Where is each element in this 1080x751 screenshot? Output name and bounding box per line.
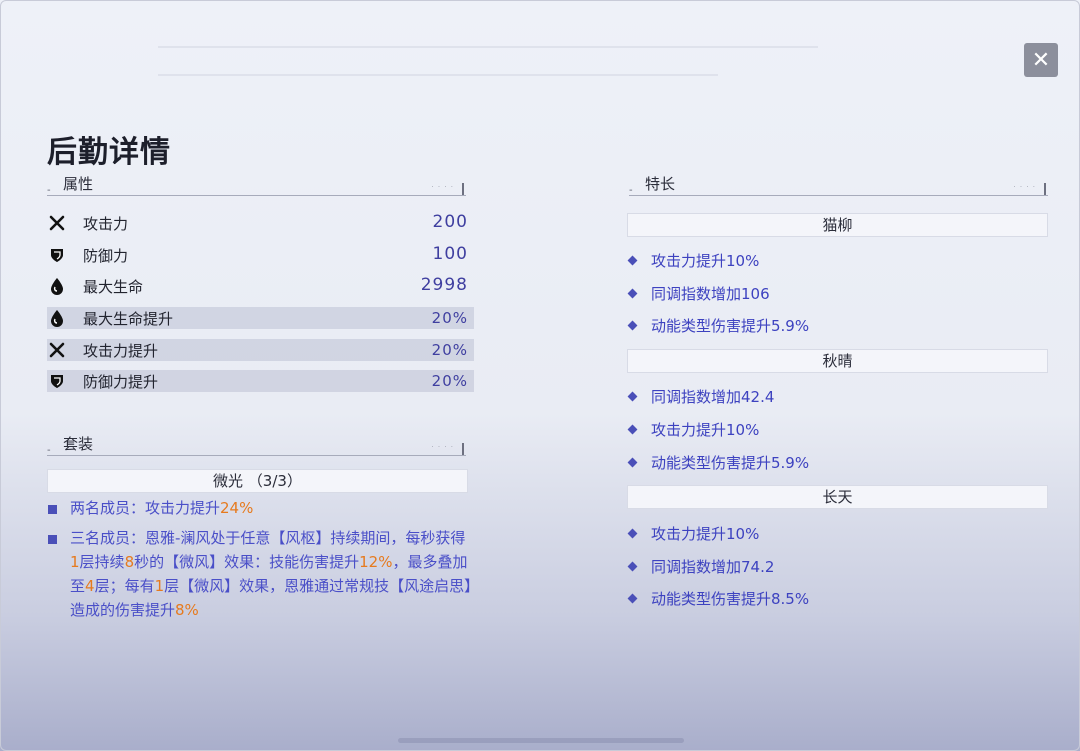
attribute-value: 20% — [431, 372, 468, 390]
close-icon: ✕ — [1031, 47, 1051, 73]
close-button[interactable]: ✕ — [1024, 43, 1058, 77]
page-title: 后勤详情 — [47, 135, 171, 170]
attribute-label: 最大生命提升 — [83, 310, 174, 328]
attribute-label: 攻击力 — [83, 215, 129, 233]
attribute-label: 攻击力提升 — [83, 342, 159, 360]
attribute-value: 20% — [431, 341, 468, 359]
drop-icon — [47, 308, 67, 328]
set-name-bar: 微光 （3/3） — [47, 469, 468, 493]
set-effect-2pc: 两名成员：攻击力提升24% — [70, 499, 254, 517]
set-effect-icon — [48, 505, 57, 514]
set-effect-3pc: 三名成员：恩雅-澜风处于任意【风枢】持续期间，每秒获得1层持续8秒的【微风】效果… — [70, 529, 472, 619]
attribute-row-defense: 防御力 100 — [47, 244, 474, 266]
attribute-row-defense-bonus: 防御力提升 20% — [47, 370, 474, 392]
diamond-bullet-icon — [627, 288, 638, 299]
attribute-value: 2998 — [420, 275, 468, 295]
attribute-label: 最大生命 — [83, 278, 144, 296]
shield-icon — [47, 371, 67, 391]
home-indicator — [398, 738, 684, 743]
crossed-swords-icon — [47, 340, 67, 360]
attribute-label: 防御力提升 — [83, 373, 159, 391]
crossed-swords-icon — [47, 213, 67, 233]
diamond-bullet-icon — [627, 320, 638, 331]
diamond-bullet-icon — [627, 424, 638, 435]
diamond-bullet-icon — [627, 528, 638, 539]
attribute-row-max-hp: 最大生命 2998 — [47, 275, 474, 297]
shield-icon — [47, 245, 67, 265]
trait-group-name: 秋晴 — [627, 349, 1048, 373]
attribute-label: 防御力 — [83, 247, 129, 265]
background-decor — [158, 74, 718, 76]
diamond-bullet-icon — [627, 593, 638, 604]
traits-section-title: 特长 — [645, 175, 676, 193]
set-effect-icon — [48, 535, 57, 544]
trait-group-name: 猫柳 — [627, 213, 1048, 237]
diamond-bullet-icon — [627, 561, 638, 572]
set-section-title: 套装 — [63, 435, 94, 453]
attribute-row-attack: 攻击力 200 — [47, 212, 474, 234]
diamond-bullet-icon — [627, 255, 638, 266]
background-decor — [158, 46, 818, 48]
attribute-row-max-hp-bonus: 最大生命提升 20% — [47, 307, 474, 329]
set-section-header: - 套装 · · · · — [47, 435, 466, 456]
drop-icon — [47, 276, 67, 296]
attribute-value: 200 — [432, 212, 468, 232]
attribute-row-attack-bonus: 攻击力提升 20% — [47, 339, 474, 361]
attribute-value: 100 — [432, 244, 468, 264]
traits-section-header: - 特长 · · · · — [629, 175, 1048, 196]
diamond-bullet-icon — [627, 391, 638, 402]
attributes-section-header: - 属性 · · · · — [47, 175, 466, 196]
attributes-section-title: 属性 — [63, 175, 94, 193]
diamond-bullet-icon — [627, 457, 638, 468]
attribute-value: 20% — [431, 309, 468, 327]
trait-group-name: 长天 — [627, 485, 1048, 509]
